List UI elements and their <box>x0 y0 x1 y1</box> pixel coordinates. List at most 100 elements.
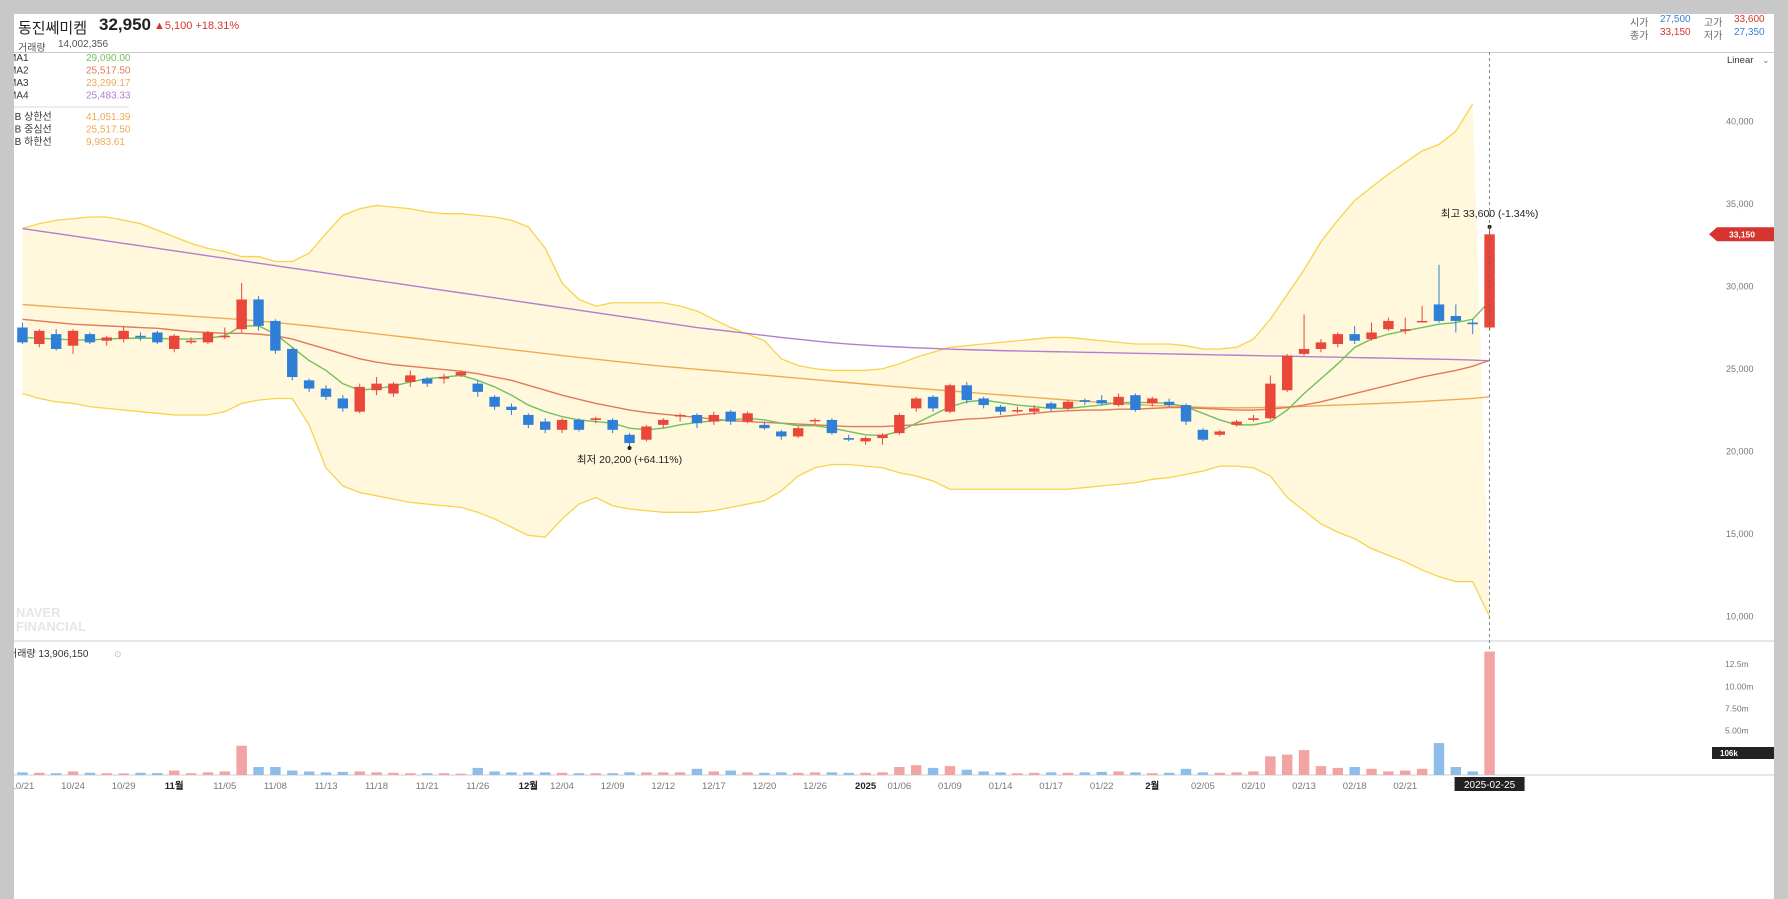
volume-bar[interactable] <box>1130 772 1141 775</box>
chevron-down-icon[interactable]: ⌄ <box>1762 55 1770 65</box>
candle[interactable] <box>624 434 635 444</box>
volume-bar[interactable] <box>523 772 534 775</box>
volume-bar[interactable] <box>978 771 989 775</box>
candle[interactable] <box>50 334 62 349</box>
volume-bar[interactable] <box>354 771 365 775</box>
volume-bar[interactable] <box>1433 743 1445 775</box>
volume-bar[interactable] <box>539 772 551 775</box>
candle[interactable] <box>84 334 96 343</box>
volume-bar[interactable] <box>995 772 1006 775</box>
candle[interactable] <box>1400 329 1411 331</box>
volume-bar[interactable] <box>1332 767 1344 775</box>
candle[interactable] <box>1079 400 1091 402</box>
candle[interactable] <box>388 383 399 394</box>
candle[interactable] <box>1130 395 1141 411</box>
volume-bar[interactable] <box>270 767 281 775</box>
candle[interactable] <box>573 419 585 430</box>
volume-bar[interactable] <box>219 771 231 775</box>
candle[interactable] <box>1113 396 1124 406</box>
volume-bar[interactable] <box>641 772 652 775</box>
candle[interactable] <box>1281 355 1293 391</box>
volume-bar[interactable] <box>101 773 112 775</box>
candle[interactable] <box>101 337 112 341</box>
volume-bar[interactable] <box>1467 771 1478 775</box>
candle[interactable] <box>1315 342 1327 349</box>
candle[interactable] <box>944 385 956 412</box>
candle[interactable] <box>742 413 753 422</box>
candle[interactable] <box>691 414 703 424</box>
candle[interactable] <box>759 424 770 429</box>
volume-bar[interactable] <box>506 772 517 775</box>
volume-bar[interactable] <box>118 773 129 775</box>
candle[interactable] <box>303 380 315 389</box>
candle[interactable] <box>202 332 214 343</box>
volume-bar[interactable] <box>1281 754 1293 775</box>
candle[interactable] <box>1265 383 1276 419</box>
candle[interactable] <box>421 378 433 384</box>
volume-bar[interactable] <box>658 772 669 775</box>
settings-icon[interactable]: ⊙ <box>114 649 122 659</box>
volume-bar[interactable] <box>590 773 602 775</box>
volume-bar[interactable] <box>1062 772 1074 775</box>
candle[interactable] <box>506 406 517 411</box>
volume-bar[interactable] <box>1416 768 1428 775</box>
candle[interactable] <box>1332 334 1344 345</box>
candle[interactable] <box>320 388 332 397</box>
volume-bar[interactable] <box>1248 771 1259 775</box>
volume-bar[interactable] <box>371 772 382 775</box>
candle[interactable] <box>253 299 264 326</box>
volume-bar[interactable] <box>303 771 315 775</box>
candle[interactable] <box>961 385 973 401</box>
volume-bar[interactable] <box>961 769 973 775</box>
candle[interactable] <box>1029 408 1040 412</box>
volume-bar[interactable] <box>17 772 28 775</box>
volume-bar[interactable] <box>1315 766 1327 775</box>
volume-bar[interactable] <box>202 772 214 775</box>
volume-bar[interactable] <box>1147 773 1158 775</box>
candle[interactable] <box>135 335 146 338</box>
volume-bar[interactable] <box>34 772 45 775</box>
candle[interactable] <box>809 419 821 422</box>
candle[interactable] <box>843 438 854 440</box>
candle[interactable] <box>1045 403 1057 409</box>
candle[interactable] <box>877 434 888 439</box>
volume-bar[interactable] <box>50 773 62 775</box>
volume-bar[interactable] <box>472 767 483 775</box>
volume-bar[interactable] <box>607 773 618 775</box>
volume-bar[interactable] <box>1400 770 1411 775</box>
volume-bar[interactable] <box>152 773 163 775</box>
volume-bar[interactable] <box>1214 772 1225 775</box>
candle[interactable] <box>1349 334 1360 341</box>
candle[interactable] <box>1147 398 1158 404</box>
volume-bar[interactable] <box>1231 772 1242 775</box>
candle[interactable] <box>539 421 551 430</box>
volume-bar[interactable] <box>67 771 79 775</box>
candle[interactable] <box>1180 405 1192 422</box>
candle[interactable] <box>34 330 45 345</box>
volume-bar[interactable] <box>843 772 854 775</box>
candle[interactable] <box>607 419 618 430</box>
volume-bar[interactable] <box>421 773 433 775</box>
volume-bar[interactable] <box>674 772 686 775</box>
volume-bar[interactable] <box>910 765 922 775</box>
volume-bar[interactable] <box>1349 767 1360 775</box>
candle[interactable] <box>1214 431 1225 435</box>
candle[interactable] <box>405 375 416 382</box>
candle[interactable] <box>168 335 180 349</box>
candle[interactable] <box>236 299 247 330</box>
volume-bar[interactable] <box>894 767 905 775</box>
candle[interactable] <box>1248 418 1259 420</box>
volume-bar[interactable] <box>1366 768 1377 775</box>
candle[interactable] <box>1197 429 1209 440</box>
candle[interactable] <box>354 386 365 412</box>
candle[interactable] <box>17 327 28 343</box>
candle[interactable] <box>776 431 787 437</box>
candle[interactable] <box>1366 332 1377 340</box>
candle[interactable] <box>219 335 231 338</box>
volume-bar[interactable] <box>168 770 180 775</box>
candle[interactable] <box>995 406 1006 412</box>
candle[interactable] <box>1062 401 1074 409</box>
volume-bar[interactable] <box>725 770 736 775</box>
volume-bar[interactable] <box>742 772 753 775</box>
candle[interactable] <box>1096 400 1107 404</box>
